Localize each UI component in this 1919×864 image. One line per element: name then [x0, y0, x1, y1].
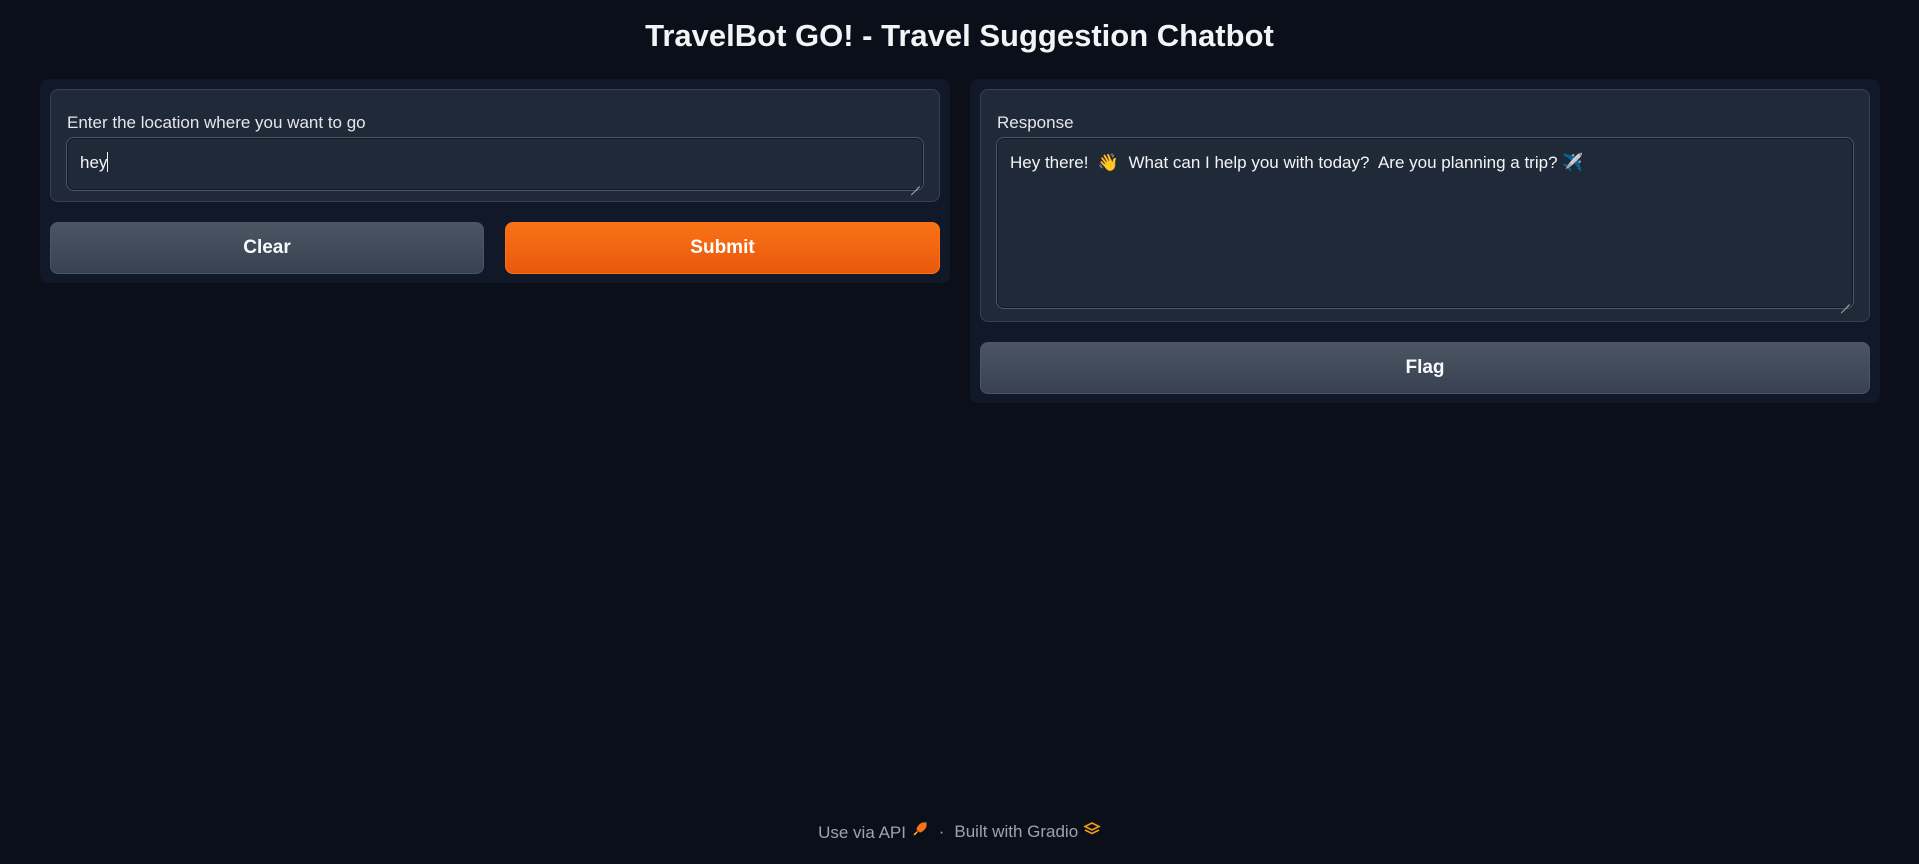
response-output[interactable]: Hey there! 👋 What can I help you with to…: [996, 137, 1854, 309]
resize-handle-icon[interactable]: [910, 177, 920, 187]
flag-button[interactable]: Flag: [980, 342, 1870, 394]
clear-button[interactable]: Clear: [50, 222, 484, 274]
response-output-value: Hey there! 👋 What can I help you with to…: [1010, 153, 1584, 172]
rocket-icon: [911, 820, 929, 838]
gradio-logo-icon: [1083, 821, 1101, 837]
footer: Use via API · Built with Gradio: [0, 820, 1919, 843]
app-root: TravelBot GO! - Travel Suggestion Chatbo…: [0, 0, 1919, 864]
built-with-gradio-label: Built with Gradio: [954, 822, 1079, 841]
output-panel: Response Hey there! 👋 What can I help yo…: [970, 79, 1880, 403]
input-panel: Enter the location where you want to go …: [40, 79, 950, 283]
response-label: Response: [997, 113, 1074, 132]
location-label: Enter the location where you want to go: [67, 113, 366, 132]
location-input-value: hey: [80, 153, 108, 172]
footer-separator: ·: [938, 821, 945, 841]
use-via-api-label: Use via API: [818, 823, 906, 842]
response-textbox-block: Response Hey there! 👋 What can I help yo…: [980, 89, 1870, 322]
resize-handle-icon[interactable]: [1840, 295, 1850, 305]
page-title: TravelBot GO! - Travel Suggestion Chatbo…: [645, 18, 1274, 53]
use-via-api-link[interactable]: Use via API: [818, 820, 929, 843]
text-caret: [107, 152, 109, 172]
built-with-gradio-link[interactable]: Built with Gradio: [954, 821, 1101, 842]
location-input[interactable]: hey: [66, 137, 924, 191]
location-textbox-block: Enter the location where you want to go …: [50, 89, 940, 202]
submit-button[interactable]: Submit: [505, 222, 940, 274]
